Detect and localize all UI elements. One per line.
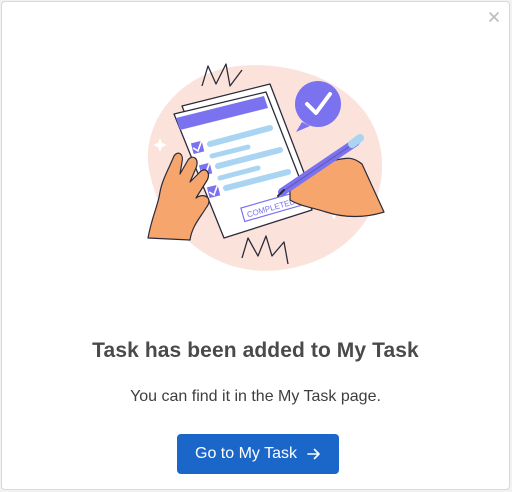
close-button[interactable] (486, 9, 502, 25)
go-to-my-task-label: Go to My Task (195, 445, 297, 462)
dialog-title: Task has been added to My Task (92, 339, 419, 362)
dialog-message: You can find it in the My Task page. (130, 388, 381, 405)
task-completed-illustration: COMPLETED (147, 63, 385, 271)
arrow-right-icon (307, 448, 321, 460)
task-added-dialog: COMPLETED Task has been added to My Task… (1, 1, 510, 490)
close-icon (489, 12, 499, 22)
go-to-my-task-button[interactable]: Go to My Task (177, 434, 339, 474)
